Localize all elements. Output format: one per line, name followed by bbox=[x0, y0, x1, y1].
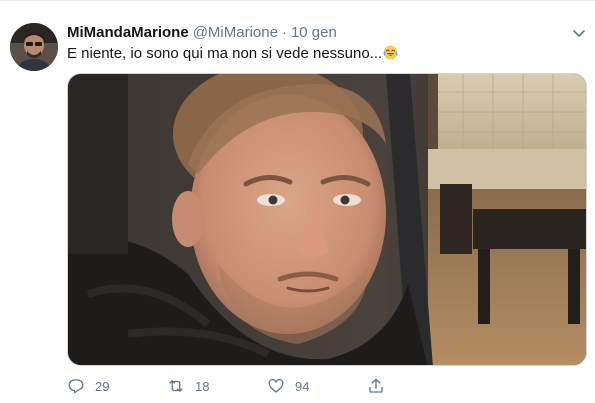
separator-dot: · bbox=[281, 24, 287, 41]
laughing-emoji-icon bbox=[383, 45, 398, 60]
tweet-header: MiMandaMarione @MiMarione · 10 gen bbox=[67, 24, 337, 44]
reply-button[interactable]: 29 bbox=[67, 377, 167, 395]
display-name[interactable]: MiMandaMarione bbox=[67, 24, 189, 41]
tweet-text: E niente, io sono qui ma non si vede nes… bbox=[67, 45, 383, 62]
tweet-actions: 29 18 94 bbox=[67, 375, 397, 397]
reply-icon bbox=[67, 377, 85, 395]
tweet[interactable]: MiMandaMarione @MiMarione · 10 gen E nie… bbox=[0, 0, 595, 403]
retweet-count: 18 bbox=[195, 378, 210, 394]
chevron-down-icon[interactable] bbox=[571, 25, 587, 41]
share-icon bbox=[367, 377, 385, 395]
retweet-icon bbox=[167, 377, 185, 395]
heart-icon bbox=[267, 377, 285, 395]
share-button[interactable] bbox=[367, 377, 397, 395]
retweet-button[interactable]: 18 bbox=[167, 377, 267, 395]
like-button[interactable]: 94 bbox=[267, 377, 367, 395]
user-handle[interactable]: @MiMarione bbox=[193, 24, 278, 41]
like-count: 94 bbox=[295, 378, 310, 394]
tweet-photo[interactable] bbox=[67, 73, 587, 366]
tweet-text-row: E niente, io sono qui ma non si vede nes… bbox=[67, 45, 398, 62]
tweet-date[interactable]: 10 gen bbox=[291, 24, 337, 41]
reply-count: 29 bbox=[95, 378, 110, 394]
avatar[interactable] bbox=[10, 23, 58, 71]
